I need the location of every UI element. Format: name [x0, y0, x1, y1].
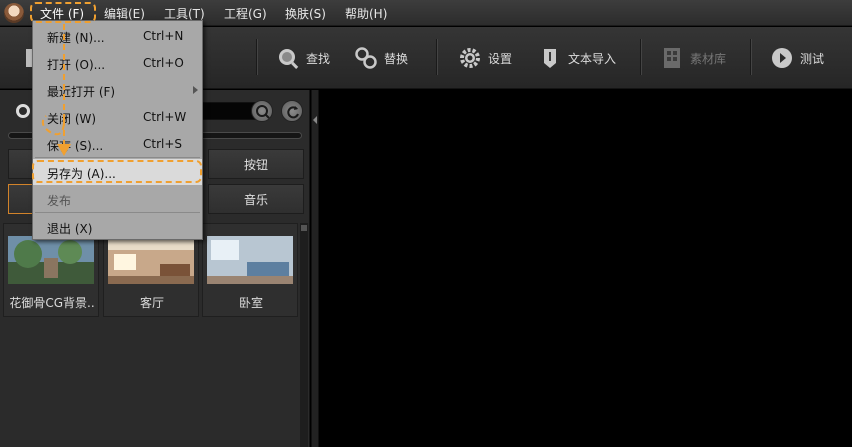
menu-item-exit[interactable]: 退出 (X) [33, 214, 202, 240]
thumbnail-grid: 花御骨CG背景.. 客厅 卧室 [2, 223, 298, 447]
assets-label: 素材库 [690, 51, 727, 66]
play-icon [770, 46, 794, 70]
scroll-up-icon[interactable] [301, 225, 307, 231]
menu-item-save[interactable]: 保存 (S)... Ctrl+S [33, 131, 202, 157]
menu-item-label: 最近打开 (F) [47, 85, 116, 99]
search-icon [276, 46, 300, 70]
thumbnail-image [108, 236, 194, 284]
stage-canvas[interactable] [320, 90, 852, 447]
menu-item-shortcut: Ctrl+N [143, 29, 184, 43]
category-button-buttons[interactable]: 按钮 [208, 149, 304, 179]
replace-button[interactable]: 替换 [354, 41, 408, 75]
radio-button[interactable] [16, 104, 30, 118]
thumbnail-caption: 花御骨CG背景.. [9, 296, 95, 310]
toolbar-divider [436, 39, 437, 75]
find-label: 查找 [306, 51, 331, 66]
toolbar-divider [640, 39, 641, 75]
refresh-button[interactable] [281, 100, 303, 122]
thumbnail-image [8, 236, 94, 284]
text-import-label: 文本导入 [568, 51, 617, 66]
collapse-arrow-icon[interactable] [313, 116, 317, 124]
menu-separator [35, 157, 200, 158]
menu-item-label: 另存为 (A)... [47, 167, 116, 181]
menu-item-recent[interactable]: 最近打开 (F) [33, 77, 202, 103]
toolbar-divider [256, 39, 257, 75]
menu-item-label: 发布 [47, 194, 72, 208]
menu-item-label: 新建 (N)... [47, 31, 105, 45]
panel-splitter[interactable] [311, 90, 319, 447]
menu-item-new[interactable]: 新建 (N)... Ctrl+N [33, 23, 202, 49]
toolbar-divider [750, 39, 751, 75]
refresh-icon [287, 106, 299, 119]
category-button-music[interactable]: 音乐 [208, 184, 304, 214]
thumbnail-image [207, 236, 293, 284]
menu-project[interactable]: 工程(G) [224, 5, 267, 22]
search-input[interactable] [198, 102, 258, 120]
test-label: 测试 [800, 51, 825, 66]
replace-label: 替换 [384, 51, 409, 66]
thumbnail-caption: 卧室 [238, 296, 263, 310]
scrollbar[interactable] [300, 223, 308, 447]
menu-help[interactable]: 帮助(H) [345, 5, 387, 22]
search-button[interactable] [251, 100, 273, 122]
search-icon [256, 105, 270, 119]
submenu-arrow-icon [193, 86, 198, 94]
menu-separator [35, 212, 200, 213]
settings-label: 设置 [488, 51, 513, 66]
menu-item-label: 退出 (X) [47, 222, 93, 236]
menu-item-label: 保存 (S)... [47, 139, 104, 153]
replace-icon [354, 46, 378, 70]
menu-item-label: 打开 (O)... [47, 58, 106, 72]
file-menu-dropdown: 新建 (N)... Ctrl+N 打开 (O)... Ctrl+O 最近打开 (… [32, 20, 203, 240]
text-import-button[interactable]: 文本导入 [538, 41, 616, 75]
assets-icon [660, 46, 684, 70]
find-button[interactable]: 查找 [276, 41, 330, 75]
menu-item-shortcut: Ctrl+O [143, 56, 184, 70]
test-button[interactable]: 测试 [770, 41, 824, 75]
settings-button[interactable]: 设置 [458, 41, 512, 75]
gear-icon [458, 46, 482, 70]
menu-item-shortcut: Ctrl+S [143, 137, 183, 151]
menu-item-label: 关闭 (W) [47, 112, 97, 126]
menu-skin[interactable]: 换肤(S) [285, 5, 326, 22]
thumbnail-caption: 客厅 [139, 296, 164, 310]
thumbnail-item[interactable]: 卧室 [202, 223, 298, 317]
menu-item-publish[interactable]: 发布 [33, 186, 202, 212]
text-import-icon [538, 46, 562, 70]
menu-item-shortcut: Ctrl+W [143, 110, 187, 124]
app-logo-icon [4, 3, 24, 23]
menu-item-save-as[interactable]: 另存为 (A)... [33, 159, 202, 185]
menu-item-close[interactable]: 关闭 (W) Ctrl+W [33, 104, 202, 130]
assets-button[interactable]: 素材库 [660, 41, 726, 75]
menu-item-open[interactable]: 打开 (O)... Ctrl+O [33, 50, 202, 76]
